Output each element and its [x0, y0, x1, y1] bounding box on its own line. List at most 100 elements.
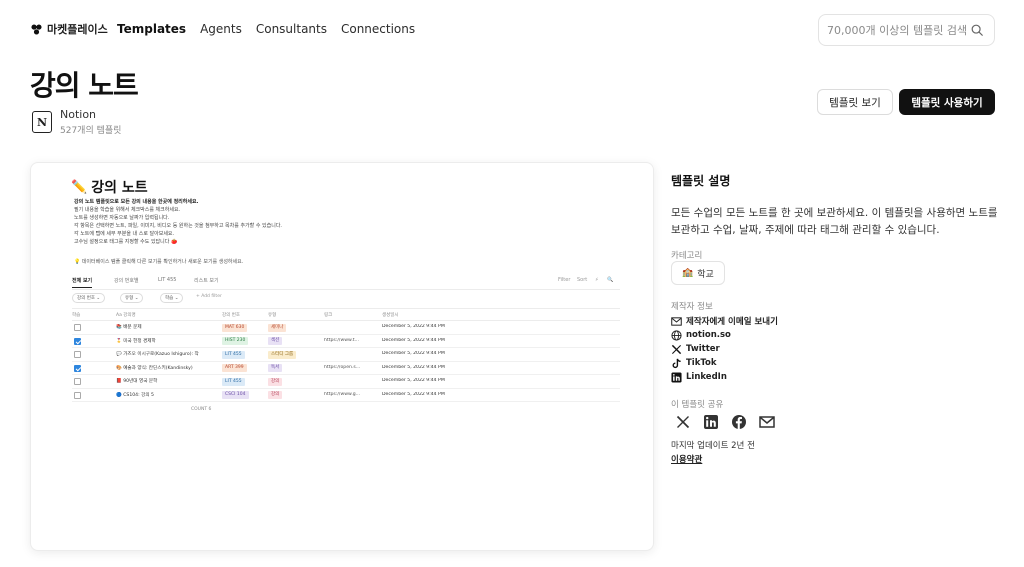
row-name-cell[interactable]: 🔵 CS104: 강의 5 — [116, 392, 220, 398]
search-icon[interactable] — [970, 23, 984, 37]
maker-link-twitter[interactable]: Twitter — [671, 342, 778, 356]
preview-title: ✏️ 강의 노트 — [71, 177, 148, 197]
row-link[interactable]: https://www.g... — [324, 392, 374, 397]
view-template-button[interactable]: 템플릿 보기 — [817, 89, 893, 115]
x-icon — [671, 344, 682, 354]
maker-links: 제작자에게 이메일 보내기 notion.so Twitter TikTok L… — [671, 314, 778, 384]
preview-filter-chip[interactable]: 강의 번호 ⌄ — [72, 293, 106, 303]
preview-table-header: 학습 Aa 강의명 강의 번호 유형 링크 생성일시 — [72, 308, 620, 321]
row-created-date: December 5, 2022 9:44 PM — [382, 391, 445, 397]
preview-title-text: 강의 노트 — [91, 180, 148, 196]
share-x-icon[interactable] — [675, 414, 691, 430]
search-box — [818, 14, 995, 46]
row-created-date: December 5, 2022 9:44 PM — [382, 364, 445, 370]
preview-note: 💡 데이터베이스 템플 클릭해 다른 보기를 확인하거나 새로운 보기를 생성하… — [74, 259, 244, 265]
row-name-cell[interactable]: 💬 가즈오 이시구로(Kazuo Ishiguro): 작 — [116, 351, 220, 357]
nav-link-consultants[interactable]: Consultants — [256, 22, 327, 36]
school-icon: 🏫 — [682, 268, 694, 278]
template-info-panel: 템플릿 설명 모든 수업의 모든 노트를 한 곳에 보관하세요. 이 템플릿을 … — [671, 172, 1001, 465]
preview-col-header: 링크 — [324, 313, 333, 318]
preview-tab[interactable]: 리스트 보기 — [194, 277, 219, 284]
row-checkbox[interactable] — [74, 391, 81, 399]
row-page-icon: 🔵 — [116, 392, 122, 398]
row-link[interactable]: https://open.s... — [324, 365, 374, 370]
publisher-name: Notion — [60, 108, 97, 121]
row-link[interactable]: https://www.t... — [324, 338, 374, 343]
row-name-cell[interactable]: 🎖️ 미국 헌정 경제학 — [116, 338, 220, 344]
nav-link-connections[interactable]: Connections — [341, 22, 415, 36]
maker-info-label: 제작자 정보 — [671, 302, 713, 312]
nav-link-agents[interactable]: Agents — [200, 22, 242, 36]
preview-table-row[interactable]: 🔵 CS104: 강의 5 CSCI 104 강의 https://www.g... D… — [72, 389, 620, 402]
category-label: 카테고리 — [671, 251, 703, 261]
category-name: 학교 — [697, 269, 714, 280]
row-page-icon: 📕 — [116, 379, 122, 384]
share-buttons — [675, 414, 775, 430]
publisher-info[interactable]: N Notion 527개의 템플릿 — [32, 108, 121, 136]
row-name-cell[interactable]: 🎨 예술과 양식: 칸딘스키(Kandinsky) — [116, 365, 220, 371]
preview-table-row[interactable]: 📚 배분 문제 MAT 630 세미나 December 5, 2022 9:44 P… — [72, 321, 620, 335]
row-checkbox[interactable] — [74, 337, 81, 345]
preview-col-header: 유형 — [268, 313, 277, 318]
row-type-tag: 스터디 그룹 — [268, 350, 297, 359]
preview-view-tabs: 전체 보기 강의 번호별 LIT 455 리스트 보기 Filter Sort … — [72, 276, 620, 290]
preview-add-filter[interactable]: + Add filter — [196, 294, 222, 299]
row-name-cell[interactable]: 📚 배분 문제 — [116, 324, 220, 330]
preview-description: 강의 노트 템플릿으로 모든 강의 내용을 한곳에 정리하세요. 필기 내용을 … — [74, 198, 282, 246]
maker-link-label: notion.so — [686, 330, 731, 340]
maker-link-linkedin[interactable]: LinkedIn — [671, 370, 778, 384]
preview-filter-action[interactable]: Filter — [558, 277, 570, 283]
share-facebook-icon[interactable] — [731, 414, 747, 430]
maker-link-label: Twitter — [686, 344, 720, 354]
category-chip[interactable]: 🏫 학교 — [671, 261, 725, 285]
preview-tab[interactable]: 강의 번호별 — [114, 277, 139, 284]
preview-col-header: 학습 — [72, 313, 81, 318]
row-name: 예술과 양식: 칸딘스키(Kandinsky) — [123, 365, 193, 371]
pencil-icon: ✏️ — [71, 179, 88, 195]
preview-tab[interactable]: 전체 보기 — [72, 277, 93, 288]
row-course-tag: CSCI 104 — [222, 391, 249, 399]
nav-link-templates[interactable]: Templates — [117, 22, 186, 36]
maker-link-email[interactable]: 제작자에게 이메일 보내기 — [671, 314, 778, 328]
row-course-tag: LIT 455 — [222, 350, 245, 359]
maker-link-tiktok[interactable]: TikTok — [671, 356, 778, 370]
nav-links: Templates Agents Consultants Connections — [117, 22, 415, 36]
preview-desc-line: 노트를 생성하면 자동으로 날짜가 입력됩니다. — [74, 215, 170, 221]
maker-link-website[interactable]: notion.so — [671, 328, 778, 342]
description-heading: 템플릿 설명 — [671, 174, 731, 188]
preview-desc-line: 각 노트에 탭에 세부 부분을 내 스로 달아보세요. — [74, 231, 175, 237]
template-preview[interactable]: ✏️ 강의 노트 강의 노트 템플릿으로 모든 강의 내용을 한곳에 정리하세요… — [30, 162, 654, 551]
preview-table-row[interactable]: 📕 90년대 영국 문학 LIT 455 강의 December 5, 2022 9:… — [72, 375, 620, 389]
row-created-date: December 5, 2022 9:44 PM — [382, 351, 445, 356]
brand-link[interactable]: 마켓플레이스 — [30, 21, 108, 37]
page-title: 강의 노트 — [30, 69, 139, 102]
tiktok-icon — [672, 358, 681, 368]
share-linkedin-icon[interactable] — [703, 414, 719, 430]
preview-filter-chip[interactable]: 유형 ⌄ — [120, 293, 144, 303]
share-email-icon[interactable] — [759, 414, 775, 430]
preview-sort-action[interactable]: Sort — [577, 277, 587, 283]
row-type-tag: 독서 — [268, 364, 283, 372]
brand-logo-icon — [31, 23, 42, 35]
preview-automation-icon[interactable]: ⚡ — [595, 277, 599, 283]
row-page-icon: 💬 — [116, 352, 122, 357]
row-page-icon: 📚 — [116, 325, 122, 330]
search-input[interactable] — [827, 21, 967, 39]
use-template-button[interactable]: 템플릿 사용하기 — [899, 89, 995, 115]
share-label: 이 템플릿 공유 — [671, 400, 724, 410]
row-checkbox[interactable] — [74, 378, 81, 385]
row-checkbox[interactable] — [74, 324, 81, 331]
terms-link[interactable]: 이용약관 — [671, 453, 702, 465]
preview-search-icon[interactable]: 🔍 — [607, 277, 613, 283]
preview-table-row[interactable]: 🎖️ 미국 헌정 경제학 HIST 230 섹션 https://www.t... De… — [72, 335, 620, 348]
row-name-cell[interactable]: 📕 90년대 영국 문학 — [116, 378, 220, 384]
row-type-tag: 강의 — [268, 377, 283, 386]
row-type-tag: 세미나 — [268, 323, 287, 332]
row-checkbox[interactable] — [74, 351, 81, 358]
preview-table-row[interactable]: 🎨 예술과 양식: 칸딘스키(Kandinsky) ART 399 독서 https:… — [72, 362, 620, 375]
preview-tab[interactable]: LIT 455 — [158, 277, 176, 283]
row-checkbox[interactable] — [74, 364, 81, 372]
preview-table-row[interactable]: 💬 가즈오 이시구로(Kazuo Ishiguro): 작 LIT 455 스터디 … — [72, 348, 620, 362]
maker-link-label: TikTok — [686, 358, 717, 368]
preview-filter-chip[interactable]: 학습 ⌄ — [160, 293, 184, 303]
